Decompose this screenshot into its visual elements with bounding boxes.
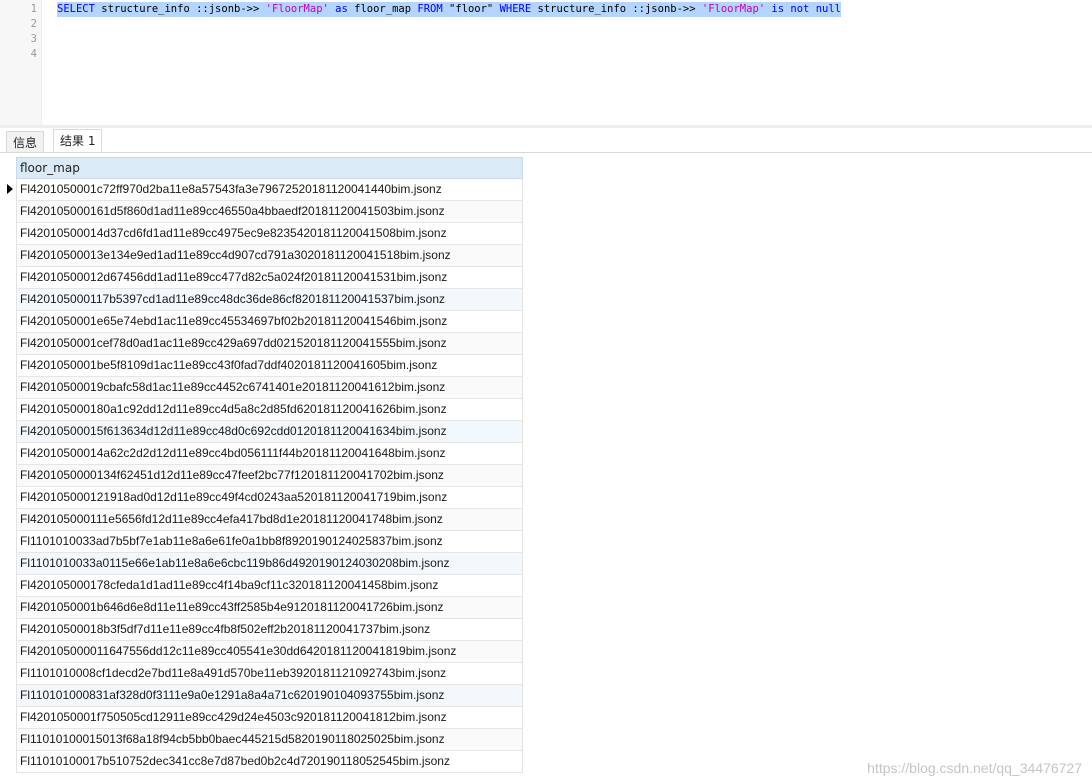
- table-row[interactable]: Fl1101010033a0115e66e1ab11e8a6e6cbc119b8…: [16, 553, 523, 575]
- line-number: 4: [30, 48, 37, 60]
- table-row[interactable]: Fl4201050001cef78d0ad1ac11e89cc429a697dd…: [16, 333, 523, 355]
- table-row[interactable]: Fl42010500019cbafc58d1ac11e89cc4452c6741…: [16, 377, 523, 399]
- line-number: 1: [30, 3, 37, 15]
- table-row[interactable]: Fl42010500014d37cd6fd1ad11e89cc4975ec9e8…: [16, 223, 523, 245]
- sql-string: 'FloorMap': [701, 3, 766, 15]
- table-row[interactable]: Fl42010500015f613634d12d11e89cc48d0c692c…: [16, 421, 523, 443]
- results-rows: Fl4201050001c72ff970d2ba11e8a57543fa3e79…: [16, 179, 523, 773]
- table-row[interactable]: Fl1101010008cf1decd2e7bd11e8a491d570be11…: [16, 663, 523, 685]
- sql-editor[interactable]: 1 2 3 4 SELECT structure_info ::jsonb->>…: [0, 0, 1092, 125]
- watermark: https://blog.csdn.net/qq_34476727: [867, 760, 1082, 776]
- current-row-arrow-icon: [7, 184, 13, 194]
- table-row[interactable]: Fl42010500013e134e9ed1ad11e89cc4d907cd79…: [16, 245, 523, 267]
- table-row[interactable]: Fl420105000161d5f860d1ad11e89cc46550a4bb…: [16, 201, 523, 223]
- table-row[interactable]: Fl110101000831af328d0f3111e9a0e1291a8a4a…: [16, 685, 523, 707]
- line-number: 2: [30, 18, 37, 30]
- sql-query-line[interactable]: SELECT structure_info ::jsonb->> 'FloorM…: [57, 2, 841, 17]
- sql-keyword: is: [771, 3, 785, 15]
- sql-keyword: SELECT: [57, 3, 95, 15]
- sql-text: structure_info ::jsonb->>: [531, 3, 702, 15]
- table-row[interactable]: Fl420105000117b5397cd1ad11e89cc48dc36de8…: [16, 289, 523, 311]
- sql-keyword: as: [335, 3, 348, 15]
- sql-keyword: not: [790, 3, 810, 15]
- table-row[interactable]: Fl4201050001e65e74ebd1ac11e89cc45534697b…: [16, 311, 523, 333]
- table-row[interactable]: Fl420105000178cfeda1d1ad11e89cc4f14ba9cf…: [16, 575, 523, 597]
- line-number-gutter: 1 2 3 4: [0, 0, 42, 125]
- table-row[interactable]: Fl42010500012d67456dd1ad11e89cc477d82c5a…: [16, 267, 523, 289]
- table-row[interactable]: Fl1101010033ad7b5bf7e1ab11e8a6e61fe0a1bb…: [16, 531, 523, 553]
- tab-result-1[interactable]: 结果 1: [53, 129, 103, 152]
- table-row[interactable]: Fl11010100015013f68a18f94cb5bb0baec44521…: [16, 729, 523, 751]
- tab-info[interactable]: 信息: [6, 131, 45, 152]
- table-row[interactable]: Fl42010500018b3f5df7d11e11e89cc4fb8f502e…: [16, 619, 523, 641]
- table-row[interactable]: Fl42010500014a62c2d2d12d11e89cc4bd056111…: [16, 443, 523, 465]
- table-row[interactable]: Fl11010100017b510752dec341cc8e7d87bed0b2…: [16, 751, 523, 773]
- table-row[interactable]: Fl4201050000134f62451d12d11e89cc47feef2b…: [16, 465, 523, 487]
- column-header-label: floor_map: [20, 161, 80, 175]
- sql-text: "floor": [442, 3, 500, 15]
- tab-info-label: 信息: [13, 136, 38, 150]
- sql-keyword: WHERE: [499, 3, 532, 15]
- sql-keyword: null: [815, 3, 841, 15]
- sql-text: structure_info ::jsonb->>: [94, 3, 266, 15]
- line-number: 3: [30, 33, 37, 45]
- results-tab-bar: 信息 结果 1: [0, 128, 1092, 153]
- column-header-floor-map[interactable]: floor_map: [16, 157, 523, 179]
- table-row[interactable]: Fl4201050001b646d6e8d11e11e89cc43ff2585b…: [16, 597, 523, 619]
- sql-string: 'FloorMap': [265, 3, 329, 15]
- table-row[interactable]: Fl420105000011647556dd12c11e89cc405541e3…: [16, 641, 523, 663]
- table-row[interactable]: Fl4201050001c72ff970d2ba11e8a57543fa3e79…: [16, 179, 523, 201]
- table-row[interactable]: Fl420105000180a1c92dd12d11e89cc4d5a8c2d8…: [16, 399, 523, 421]
- sql-text: floor_map: [347, 3, 418, 15]
- table-row[interactable]: Fl420105000121918ad0d12d11e89cc49f4cd024…: [16, 487, 523, 509]
- tab-result-1-label: 结果 1: [60, 134, 96, 148]
- table-row[interactable]: Fl4201050001f750505cd12911e89cc429d24e45…: [16, 707, 523, 729]
- table-row[interactable]: Fl420105000111e5656fd12d11e89cc4efa417bd…: [16, 509, 523, 531]
- sql-keyword: FROM: [417, 3, 443, 15]
- table-row[interactable]: Fl4201050001be5f8109d1ac11e89cc43f0fad7d…: [16, 355, 523, 377]
